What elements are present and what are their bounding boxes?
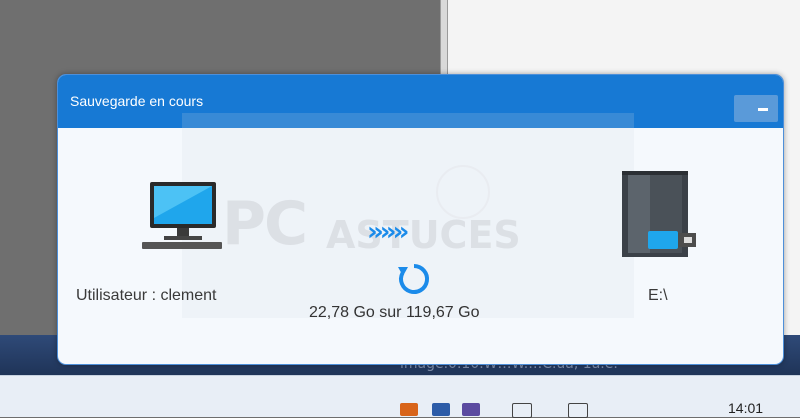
watermark-text-small: ASTUCES [326,213,521,257]
taskbar-app-icon[interactable] [432,403,450,416]
watermark-sun-icon [436,165,490,219]
backup-dialog: Sauvegarde en cours PC ASTUCES »»» Utili… [57,74,784,365]
transfer-arrows-icon: »»» [367,217,409,247]
destination-label: E:\ [648,287,668,304]
taskbar-app-icon[interactable] [462,403,480,416]
minimize-icon [758,108,768,111]
watermark-text: PC [222,189,308,259]
sync-icon [398,264,430,294]
computer-icon [142,182,222,249]
taskbar-app-icon[interactable] [400,403,418,416]
taskbar-clock[interactable]: 14:01 [728,400,763,416]
external-drive-icon [622,171,696,257]
minimize-button[interactable] [734,95,778,122]
dialog-title: Sauvegarde en cours [70,93,204,109]
source-label: Utilisateur : clement [76,287,217,304]
progress-text: 22,78 Go sur 119,67 Go [309,304,480,321]
